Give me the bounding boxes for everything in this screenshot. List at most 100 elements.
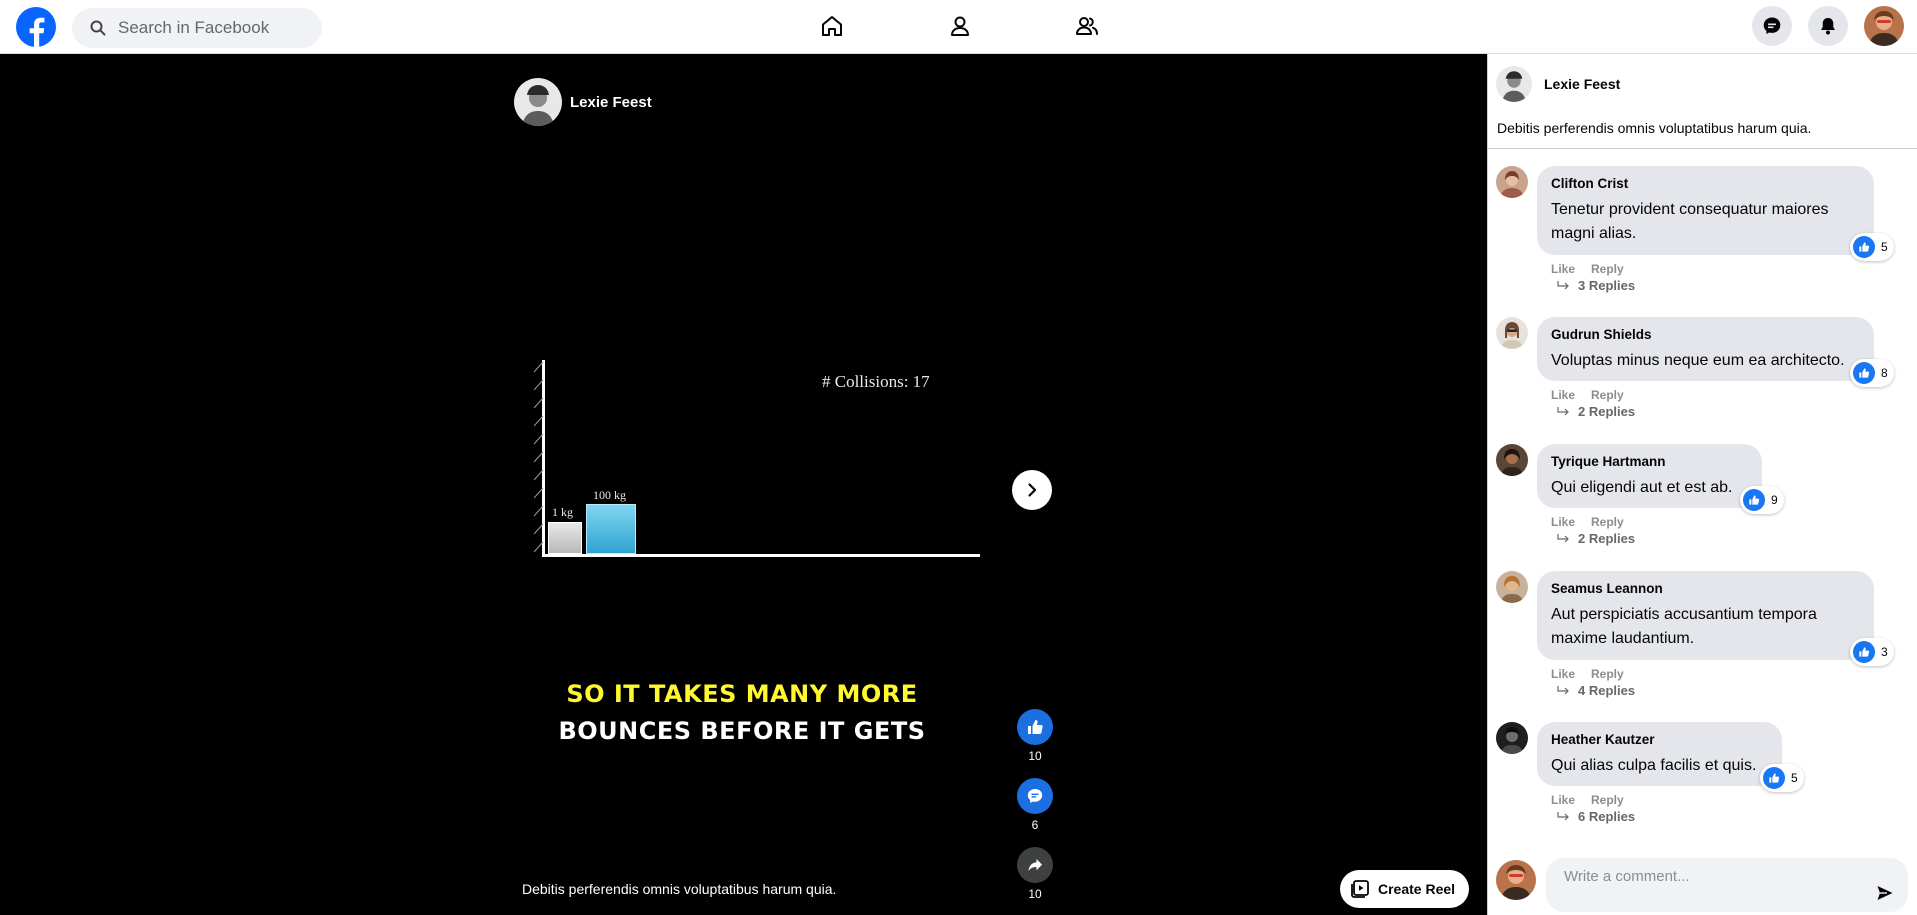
big-block xyxy=(586,504,636,554)
next-reel-button[interactable] xyxy=(1012,470,1052,510)
like-link[interactable]: Like xyxy=(1551,667,1575,681)
commenter-avatar[interactable] xyxy=(1496,166,1528,198)
reply-arrow-icon xyxy=(1557,280,1569,289)
comment-actions: Like Reply xyxy=(1551,388,1640,402)
small-block-label: 1 kg xyxy=(552,505,573,519)
comment-bubble: Clifton Crist Tenetur provident consequa… xyxy=(1537,166,1874,255)
comment-action[interactable]: 6 xyxy=(1017,778,1053,832)
profile-icon[interactable] xyxy=(940,11,980,41)
reel-description: Debitis perferendis omnis voluptatibus h… xyxy=(522,881,837,897)
view-replies-link[interactable]: 6 Replies xyxy=(1556,809,1635,824)
comment-text: Qui eligendi aut et est ab. xyxy=(1551,479,1733,496)
commenter-name[interactable]: Tyrique Hartmann xyxy=(1551,454,1748,469)
search-icon xyxy=(90,20,106,36)
reaction-count: 8 xyxy=(1881,366,1888,380)
reaction-count-badge[interactable]: 9 xyxy=(1740,486,1784,514)
commenter-name[interactable]: Gudrun Shields xyxy=(1551,327,1860,342)
like-link[interactable]: Like xyxy=(1551,793,1575,807)
comment-field[interactable] xyxy=(1546,858,1908,912)
facebook-logo-icon[interactable] xyxy=(16,7,56,47)
reaction-count-badge[interactable]: 5 xyxy=(1850,233,1894,261)
send-icon[interactable] xyxy=(1876,884,1894,902)
account-avatar[interactable] xyxy=(1864,6,1904,46)
comment-bubble: Tyrique Hartmann Qui eligendi aut et est… xyxy=(1537,444,1762,508)
share-action[interactable]: 10 xyxy=(1017,847,1053,901)
like-reaction-icon xyxy=(1853,362,1875,384)
current-user-avatar[interactable] xyxy=(1496,860,1536,900)
like-reaction-icon xyxy=(1743,489,1765,511)
reply-link[interactable]: Reply xyxy=(1591,667,1624,681)
like-reaction-icon xyxy=(1853,641,1875,663)
replies-count[interactable]: 2 Replies xyxy=(1578,531,1635,546)
commenter-avatar[interactable] xyxy=(1496,571,1528,603)
reply-link[interactable]: Reply xyxy=(1591,262,1624,276)
floor xyxy=(542,554,980,557)
share-button[interactable] xyxy=(1017,847,1053,883)
reply-link[interactable]: Reply xyxy=(1591,515,1624,529)
comment-bubble: Heather Kautzer Qui alias culpa facilis … xyxy=(1537,722,1782,786)
like-button[interactable] xyxy=(1017,709,1053,745)
comment-count: 6 xyxy=(1031,818,1039,832)
search-box[interactable] xyxy=(72,8,322,48)
share-icon xyxy=(1028,859,1042,871)
like-action[interactable]: 10 xyxy=(1017,709,1053,763)
reel-author[interactable]: Lexie Feest xyxy=(514,78,652,126)
replies-count[interactable]: 2 Replies xyxy=(1578,404,1635,419)
reply-arrow-icon xyxy=(1557,533,1569,542)
author-avatar[interactable] xyxy=(514,78,562,126)
panel-author-avatar[interactable] xyxy=(1496,66,1532,102)
reply-link[interactable]: Reply xyxy=(1591,388,1624,402)
comment-actions: Like Reply xyxy=(1551,515,1640,529)
like-link[interactable]: Like xyxy=(1551,262,1575,276)
video-caption-line-1: SO IT TAKES MANY MORE xyxy=(566,680,918,708)
comment-text: Tenetur provident consequatur maiores ma… xyxy=(1551,201,1829,242)
comment-text: Qui alias culpa facilis et quis. xyxy=(1551,757,1757,774)
reaction-count: 9 xyxy=(1771,493,1778,507)
commenter-avatar[interactable] xyxy=(1496,444,1528,476)
big-block-label: 100 kg xyxy=(593,488,626,502)
messenger-icon[interactable] xyxy=(1752,6,1792,46)
panel-description: Debitis perferendis omnis voluptatibus h… xyxy=(1497,120,1812,136)
comments-panel: Lexie Feest Debitis perferendis omnis vo… xyxy=(1487,54,1917,915)
reaction-count-badge[interactable]: 3 xyxy=(1850,638,1894,666)
create-reel-button[interactable]: Create Reel xyxy=(1340,870,1470,908)
replies-count[interactable]: 6 Replies xyxy=(1578,809,1635,824)
comment-actions: Like Reply xyxy=(1551,262,1640,276)
comment-input[interactable] xyxy=(1564,858,1864,894)
reply-arrow-icon xyxy=(1557,811,1569,820)
comment-bubble: Seamus Leannon Aut perspiciatis accusant… xyxy=(1537,571,1874,660)
commenter-name[interactable]: Heather Kautzer xyxy=(1551,732,1768,747)
commenter-name[interactable]: Clifton Crist xyxy=(1551,176,1860,191)
comment-button[interactable] xyxy=(1017,778,1053,814)
like-link[interactable]: Like xyxy=(1551,388,1575,402)
commenter-avatar[interactable] xyxy=(1496,722,1528,754)
commenter-name[interactable]: Seamus Leannon xyxy=(1551,581,1860,596)
reply-link[interactable]: Reply xyxy=(1591,793,1624,807)
reel-video[interactable]: # Collisions: 17 1 kg 100 kg xyxy=(530,350,990,620)
commenter-avatar[interactable] xyxy=(1496,317,1528,349)
search-input[interactable] xyxy=(118,8,308,48)
comment-bubble: Gudrun Shields Voluptas minus neque eum … xyxy=(1537,317,1874,381)
replies-count[interactable]: 3 Replies xyxy=(1578,278,1635,293)
view-replies-link[interactable]: 4 Replies xyxy=(1556,683,1635,698)
view-replies-link[interactable]: 2 Replies xyxy=(1556,404,1635,419)
reel-icon xyxy=(1351,880,1369,898)
replies-count[interactable]: 4 Replies xyxy=(1578,683,1635,698)
home-icon[interactable] xyxy=(812,11,852,41)
panel-author[interactable]: Lexie Feest xyxy=(1496,66,1620,102)
reaction-count-badge[interactable]: 8 xyxy=(1850,359,1894,387)
author-name[interactable]: Lexie Feest xyxy=(570,94,652,111)
panel-author-name[interactable]: Lexie Feest xyxy=(1544,76,1620,92)
like-reaction-icon xyxy=(1853,236,1875,258)
comment-actions: Like Reply xyxy=(1551,667,1640,681)
reaction-count-badge[interactable]: 5 xyxy=(1760,764,1804,792)
like-link[interactable]: Like xyxy=(1551,515,1575,529)
bell-icon[interactable] xyxy=(1808,6,1848,46)
view-replies-link[interactable]: 3 Replies xyxy=(1556,278,1635,293)
friends-icon[interactable] xyxy=(1067,11,1107,41)
comment-text: Voluptas minus neque eum ea architecto. xyxy=(1551,352,1845,369)
reaction-count: 5 xyxy=(1791,771,1798,785)
top-navigation-bar xyxy=(0,0,1917,54)
comment-actions: Like Reply xyxy=(1551,793,1640,807)
view-replies-link[interactable]: 2 Replies xyxy=(1556,531,1635,546)
